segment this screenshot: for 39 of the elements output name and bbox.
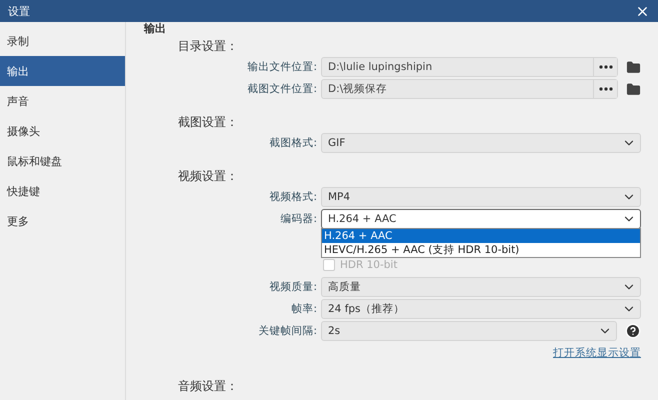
dropdown[interactable]: GIF bbox=[321, 133, 641, 153]
window-title: 设置 bbox=[8, 4, 30, 18]
section-title: 视频设置： bbox=[178, 168, 239, 185]
sidebar-item[interactable]: 更多 bbox=[0, 206, 125, 236]
display-settings-link[interactable]: 打开系统显示设置 bbox=[553, 346, 641, 360]
page-heading: 输出 bbox=[144, 22, 167, 35]
dropdown[interactable]: 24 fps（推荐） bbox=[321, 299, 641, 319]
more-icon bbox=[598, 87, 612, 91]
more-icon bbox=[598, 65, 612, 69]
field-label: 截图格式: bbox=[268, 136, 317, 150]
section-title: 截图设置： bbox=[178, 114, 239, 131]
dropdown[interactable]: MP4 bbox=[321, 187, 641, 207]
field-label: 输出文件位置: bbox=[246, 60, 317, 74]
sidebar-item[interactable]: 输出 bbox=[0, 56, 125, 86]
sidebar-item[interactable]: 快捷键 bbox=[0, 176, 125, 206]
browse-button[interactable] bbox=[593, 58, 617, 76]
help-icon[interactable] bbox=[625, 323, 641, 339]
folder-icon[interactable] bbox=[626, 60, 641, 74]
field-label: 编码器: bbox=[279, 212, 317, 226]
checkbox-label: HDR 10-bit bbox=[340, 259, 398, 271]
field-label: 截图文件位置: bbox=[246, 82, 317, 96]
path-field[interactable]: D:\视频保存 bbox=[321, 79, 618, 99]
dropdown-option[interactable]: H.264 + AAC bbox=[322, 229, 640, 243]
field-label: 视频格式: bbox=[268, 190, 317, 204]
dropdown[interactable]: H.264 + AAC bbox=[321, 209, 641, 229]
field-label: 关键帧间隔: bbox=[257, 324, 317, 338]
folder-icon[interactable] bbox=[626, 82, 641, 96]
dropdown[interactable]: 2s bbox=[321, 321, 617, 341]
sidebar-item[interactable]: 录制 bbox=[0, 26, 125, 56]
field-label: 视频质量: bbox=[268, 280, 317, 294]
browse-button[interactable] bbox=[593, 80, 617, 98]
dropdown[interactable]: 高质量 bbox=[321, 277, 641, 297]
sidebar-item[interactable]: 鼠标和键盘 bbox=[0, 146, 125, 176]
section-title: 音频设置： bbox=[178, 378, 239, 395]
sidebar-item[interactable]: 摄像头 bbox=[0, 116, 125, 146]
path-field[interactable]: D:\lulie lupingshipin bbox=[321, 57, 618, 77]
section-title: 目录设置： bbox=[178, 38, 239, 55]
sidebar-item[interactable]: 声音 bbox=[0, 86, 125, 116]
field-label: 帧率: bbox=[290, 302, 317, 316]
